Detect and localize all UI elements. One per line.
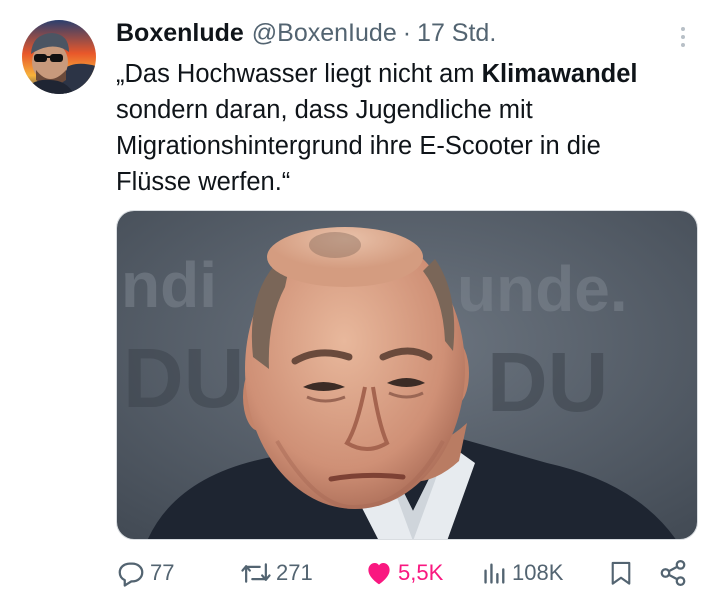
- tweet-text-bold: Klimawandel: [481, 60, 638, 88]
- repost-button[interactable]: 271: [240, 553, 313, 593]
- reply-icon: [118, 562, 144, 587]
- media-photo: ndi unde. DU DU: [117, 211, 697, 539]
- like-count: 5,5K: [398, 560, 444, 585]
- tweet-text-line-3: Migrationshintergrund ihre E-Scooter in …: [116, 132, 601, 160]
- bg-text-2: unde.: [457, 253, 628, 325]
- like-button[interactable]: 5,5K: [364, 553, 443, 593]
- reply-count: 77: [150, 560, 175, 585]
- share-button[interactable]: [658, 553, 688, 593]
- tweet-text-line-1: „Das Hochwasser liegt nicht am Klimawand…: [116, 60, 638, 88]
- repost-count: 271: [276, 560, 313, 585]
- views-icon: [484, 563, 505, 584]
- timestamp[interactable]: 17 Std.: [417, 19, 496, 48]
- like-icon: [368, 563, 390, 585]
- tweet-text-line-4: Flüsse werfen.“: [116, 168, 291, 196]
- tweet-media[interactable]: ndi unde. DU DU: [116, 210, 698, 540]
- separator-dot: ·: [402, 18, 412, 47]
- more-icon[interactable]: [672, 22, 694, 52]
- share-icon: [660, 560, 686, 586]
- repost-icon: [241, 563, 271, 583]
- bg-text-1: ndi: [121, 249, 217, 321]
- avatar[interactable]: [22, 20, 96, 94]
- bg-text-3: DU: [123, 331, 244, 425]
- action-bar: 77 271 5,5K 108K: [116, 553, 698, 593]
- tweet-header: Boxenlude @BoxenIude · 17 Std.: [116, 16, 496, 50]
- author-name[interactable]: Boxenlude: [116, 19, 244, 48]
- bookmark-button[interactable]: [608, 553, 634, 593]
- bg-text-4: DU: [487, 335, 608, 429]
- views-count: 108K: [512, 560, 564, 585]
- tweet-text-line-2: sondern daran, dass Jugendliche mit: [116, 96, 533, 124]
- tweet-text: „Das Hochwasser liegt nicht am Klimawand…: [116, 56, 706, 200]
- author-handle[interactable]: @BoxenIude: [252, 19, 397, 48]
- reply-button[interactable]: 77: [116, 553, 174, 593]
- bookmark-icon: [611, 561, 631, 585]
- avatar-image: [22, 20, 96, 94]
- views-button[interactable]: 108K: [482, 553, 563, 593]
